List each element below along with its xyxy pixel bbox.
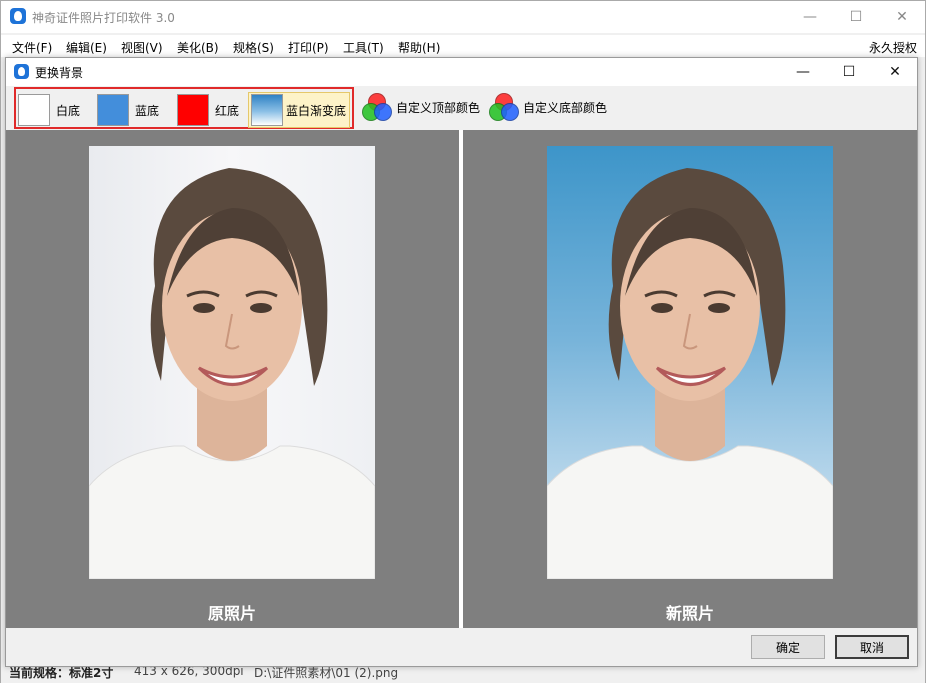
menu-help[interactable]: 帮助(H) [398, 39, 440, 56]
preset-white-button[interactable]: 白底 [18, 92, 80, 128]
change-background-dialog: 更换背景 — ☐ ✕ 白底 蓝底 红底 蓝白渐变底 自定义顶部颜色 自定义底部颜… [5, 57, 918, 667]
ok-button[interactable]: 确定 [751, 635, 825, 659]
dialog-logo-icon [14, 64, 29, 79]
background-toolbar: 白底 蓝底 红底 蓝白渐变底 自定义顶部颜色 自定义底部颜色 [6, 86, 917, 130]
blue-swatch-icon [97, 94, 129, 126]
dialog-minimize-button[interactable]: — [780, 58, 826, 85]
color-palette-icon [488, 92, 520, 122]
dialog-footer: 确定 取消 [6, 628, 917, 666]
red-swatch-icon [177, 94, 209, 126]
custom-bottom-color-label: 自定义底部颜色 [523, 100, 608, 115]
license-label[interactable]: 永久授权 [869, 39, 917, 56]
new-photo-caption: 新照片 [665, 604, 714, 623]
portrait-image [547, 168, 833, 579]
dialog-titlebar: 更换背景 — ☐ ✕ [6, 58, 917, 86]
original-photo [89, 146, 375, 579]
menu-file[interactable]: 文件(F) [12, 39, 52, 56]
dialog-close-button[interactable]: ✕ [872, 58, 918, 85]
maximize-button[interactable]: ☐ [833, 1, 879, 32]
color-palette-icon [361, 92, 393, 122]
menubar: 文件(F) 编辑(E) 视图(V) 美化(B) 规格(S) 打印(P) 工具(T… [1, 35, 925, 57]
custom-top-color-label: 自定义顶部颜色 [396, 100, 481, 115]
preset-white-label: 白底 [56, 103, 81, 118]
preset-gradient-label: 蓝白渐变底 [286, 103, 347, 118]
preset-blue-label: 蓝底 [135, 103, 160, 118]
preview-canvas: 原照片 新照片 [6, 130, 917, 628]
preset-gradient-button[interactable]: 蓝白渐变底 [248, 92, 350, 128]
minimize-button[interactable]: — [787, 1, 833, 32]
dialog-title: 更换背景 [35, 66, 84, 80]
main-titlebar: 神奇证件照片打印软件 3.0 — ☐ ✕ [1, 1, 925, 33]
menu-tools[interactable]: 工具(T) [343, 39, 384, 56]
preset-red-button[interactable]: 红底 [177, 92, 239, 128]
app-logo-icon [10, 8, 26, 24]
white-swatch-icon [18, 94, 50, 126]
custom-top-color-button[interactable]: 自定义顶部颜色 [361, 89, 480, 125]
menu-beautify[interactable]: 美化(B) [177, 39, 219, 56]
preset-blue-button[interactable]: 蓝底 [97, 92, 159, 128]
app-title: 神奇证件照片打印软件 3.0 [32, 11, 175, 25]
custom-bottom-color-button[interactable]: 自定义底部颜色 [488, 89, 607, 125]
new-photo [547, 146, 833, 579]
preset-red-label: 红底 [215, 103, 240, 118]
menu-spec[interactable]: 规格(S) [233, 39, 274, 56]
menu-view[interactable]: 视图(V) [121, 39, 163, 56]
portrait-image [89, 168, 375, 579]
gradient-swatch-icon [251, 94, 283, 126]
preset-background-group: 白底 蓝底 红底 蓝白渐变底 [14, 87, 354, 129]
cancel-button[interactable]: 取消 [835, 635, 909, 659]
close-button[interactable]: ✕ [879, 1, 925, 32]
preview-divider [459, 130, 463, 628]
dialog-maximize-button[interactable]: ☐ [826, 58, 872, 85]
original-photo-caption: 原照片 [207, 604, 256, 623]
menu-print[interactable]: 打印(P) [288, 39, 329, 56]
menu-edit[interactable]: 编辑(E) [66, 39, 107, 56]
